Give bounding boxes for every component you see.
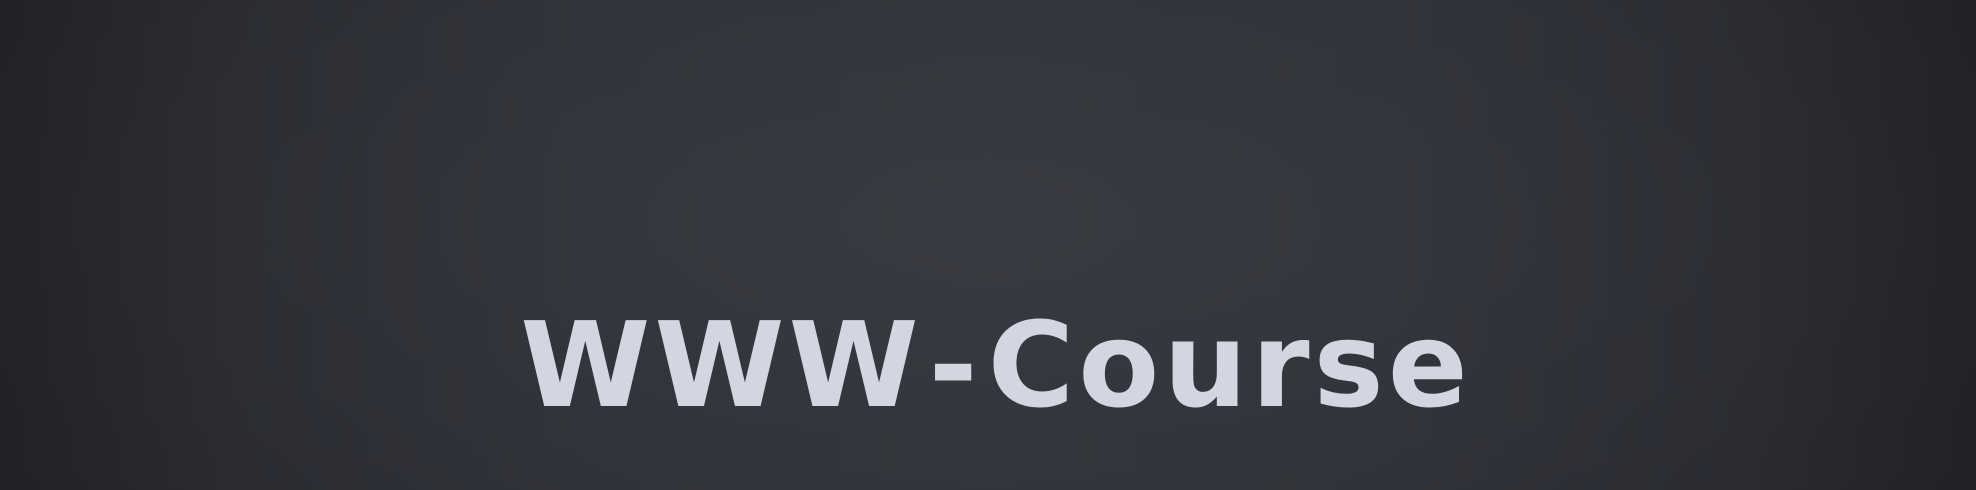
title-separator: - (928, 296, 982, 434)
page-title: WWW-Course (8, 300, 1976, 430)
title-part-www: WWW (520, 296, 923, 434)
title-part-course: Course (987, 296, 1472, 434)
